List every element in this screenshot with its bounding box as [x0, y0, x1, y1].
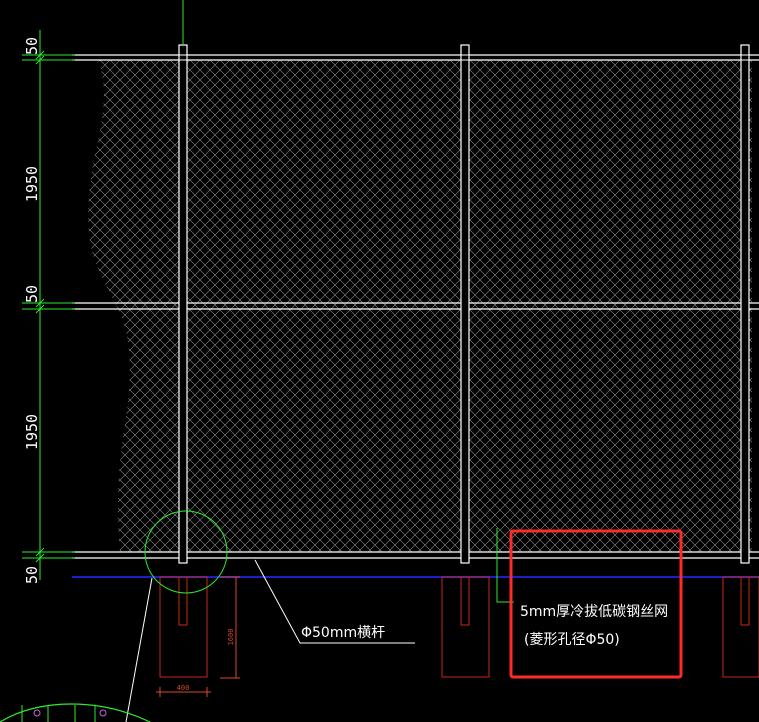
dim-upper-panel: 1950 — [23, 166, 41, 202]
cad-drawing: 1600 400 50 1950 50 1950 50 Φ50mm横杆 5mm厚… — [0, 0, 759, 722]
vertical-dimension-line — [22, 30, 75, 580]
foundation-depth-label: 1600 — [227, 629, 235, 646]
foundations — [159, 576, 759, 678]
rail-callout-text: Φ50mm横杆 — [301, 625, 385, 641]
foundation-width-label: 400 — [177, 684, 190, 692]
dim-middle-rail: 50 — [23, 285, 41, 303]
dim-top-rail: 50 — [23, 37, 41, 55]
detail-leader — [125, 577, 153, 722]
dim-lower-panel: 1950 — [23, 414, 41, 450]
wire-mesh-fill — [88, 60, 752, 552]
mesh-spec-line2: (菱形孔径Φ50) — [524, 632, 620, 648]
dim-bottom-rail: 50 — [23, 566, 41, 584]
mesh-spec-line1: 5mm厚冷拔低碳钢丝网 — [520, 604, 668, 620]
